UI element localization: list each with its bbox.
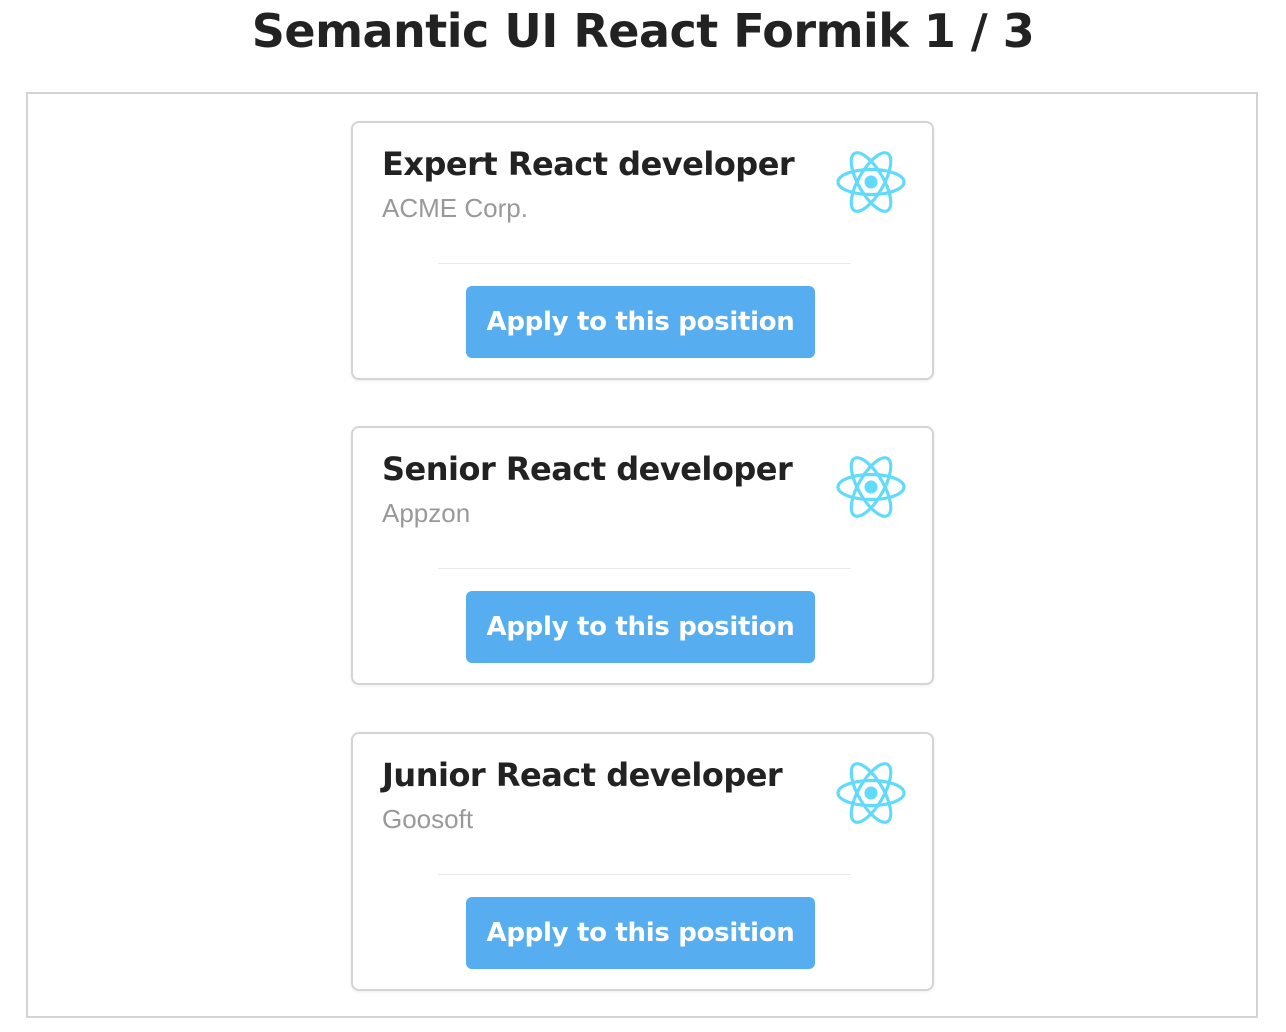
job-card: Expert React developer ACME Corp. Apply … — [351, 121, 934, 380]
card-divider — [438, 874, 851, 875]
react-logo-icon — [836, 151, 906, 213]
react-logo-icon — [836, 762, 906, 824]
card-divider — [438, 568, 851, 569]
apply-button[interactable]: Apply to this position — [466, 591, 815, 663]
react-logo-icon — [836, 456, 906, 518]
company-name: Goosoft — [382, 804, 474, 834]
job-title: Junior React developer — [382, 756, 783, 794]
apply-button[interactable]: Apply to this position — [466, 286, 815, 358]
job-card: Junior React developer Goosoft Apply to … — [351, 732, 934, 991]
card-divider — [438, 263, 851, 264]
job-title: Expert React developer — [382, 145, 795, 183]
company-name: ACME Corp. — [382, 193, 528, 223]
apply-button[interactable]: Apply to this position — [466, 897, 815, 969]
company-name: Appzon — [382, 498, 471, 528]
job-title: Senior React developer — [382, 450, 793, 488]
job-card: Senior React developer Appzon Apply to t… — [351, 426, 934, 685]
page-title: Semantic UI React Formik 1 / 3 — [251, 4, 1035, 58]
